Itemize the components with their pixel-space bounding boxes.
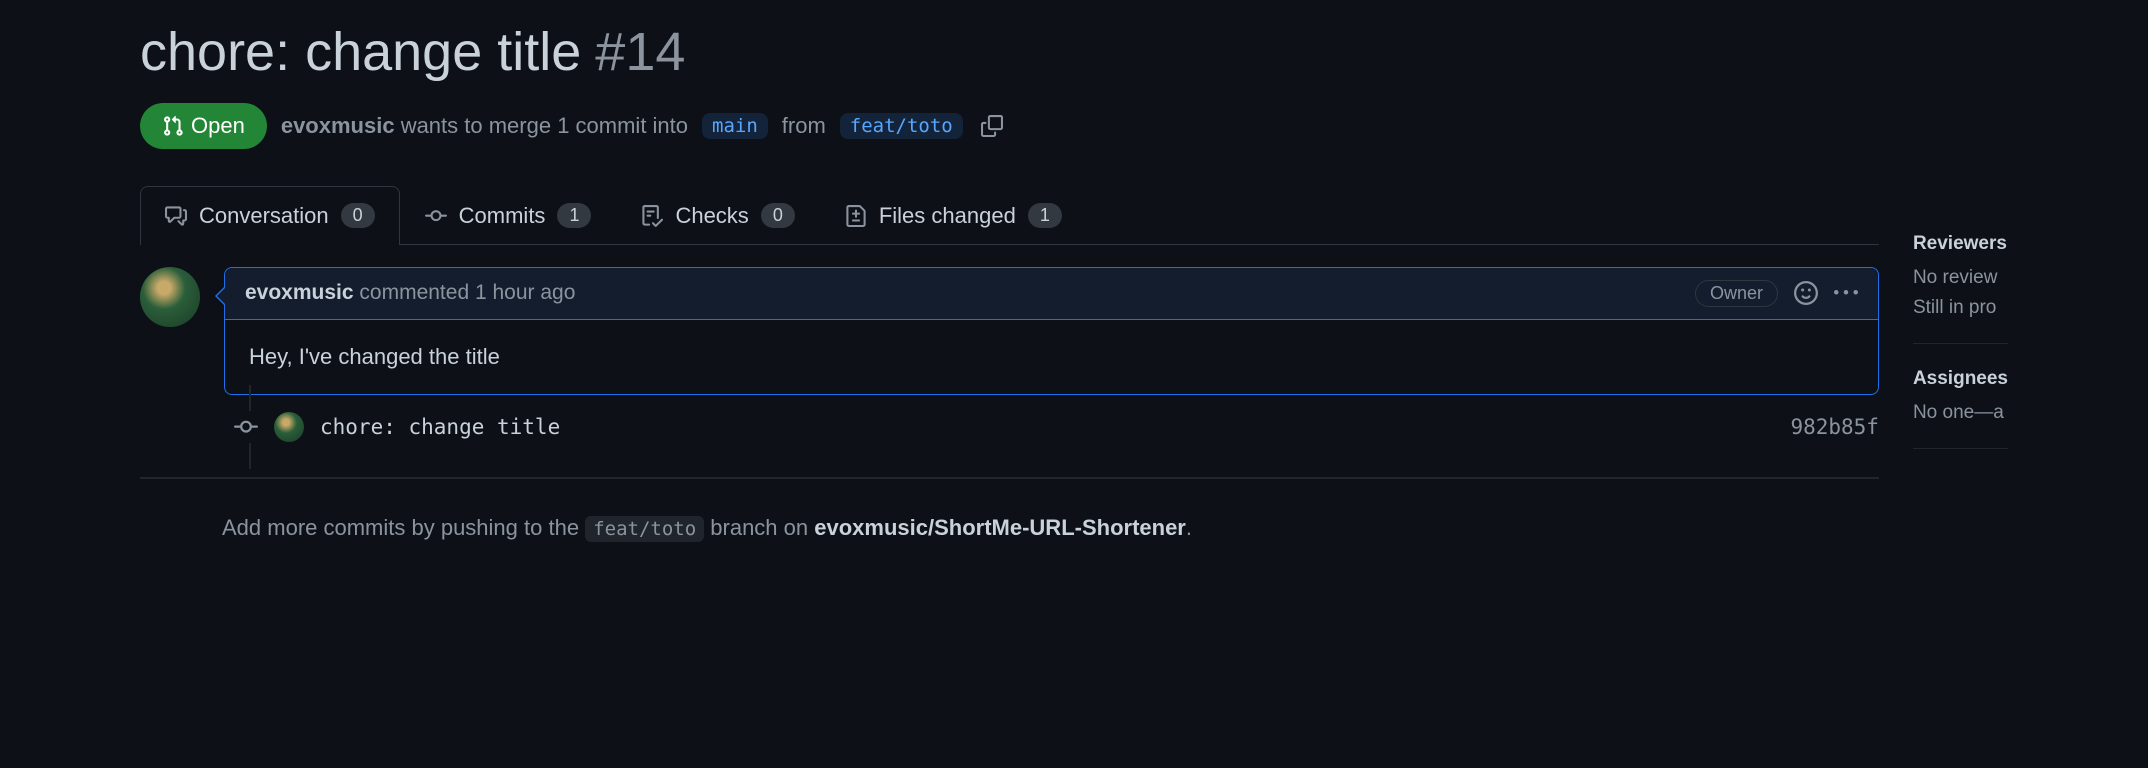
tab-conversation[interactable]: Conversation 0 bbox=[140, 186, 400, 245]
push-help-text: Add more commits by pushing to the feat/… bbox=[222, 515, 1879, 541]
kebab-horizontal-icon bbox=[1834, 281, 1858, 305]
sidebar-divider bbox=[1913, 448, 2008, 449]
copy-icon bbox=[981, 115, 1003, 137]
reaction-button[interactable] bbox=[1794, 281, 1818, 305]
comment-body: Hey, I've changed the title bbox=[225, 320, 1878, 394]
comment-time[interactable]: 1 hour ago bbox=[475, 281, 575, 304]
state-label: Open bbox=[191, 113, 245, 139]
commit-message[interactable]: chore: change title bbox=[320, 415, 1774, 439]
pr-author[interactable]: evoxmusic bbox=[281, 113, 395, 138]
sidebar: Reviewers No review Still in pro Assigne… bbox=[1913, 185, 2008, 541]
assignees-heading[interactable]: Assignees bbox=[1913, 368, 2008, 390]
git-commit-icon bbox=[425, 205, 447, 227]
pr-number: #14 bbox=[595, 20, 685, 85]
comment-verb: commented bbox=[359, 281, 469, 304]
help-branch: feat/toto bbox=[585, 516, 704, 542]
smiley-icon bbox=[1794, 281, 1818, 305]
tab-commits-label: Commits bbox=[459, 203, 546, 229]
tab-commits[interactable]: Commits 1 bbox=[400, 186, 617, 245]
reviewers-empty: No review bbox=[1913, 267, 2008, 289]
tab-commits-count: 1 bbox=[557, 203, 591, 228]
tab-files-count: 1 bbox=[1028, 203, 1062, 228]
sidebar-divider bbox=[1913, 343, 2008, 344]
checklist-icon bbox=[641, 205, 663, 227]
assignees-empty: No one—a bbox=[1913, 402, 2008, 424]
pr-title: chore: change title #14 bbox=[140, 20, 2008, 85]
base-branch[interactable]: main bbox=[702, 113, 768, 139]
head-branch[interactable]: feat/toto bbox=[840, 113, 963, 139]
avatar[interactable] bbox=[274, 412, 304, 442]
owner-badge: Owner bbox=[1695, 280, 1778, 307]
tab-conversation-label: Conversation bbox=[199, 203, 329, 229]
commit-sha[interactable]: 982b85f bbox=[1790, 415, 1879, 439]
comment-author[interactable]: evoxmusic bbox=[245, 281, 354, 304]
commit-row: chore: change title 982b85f bbox=[140, 395, 1879, 459]
comment-header: evoxmusic commented 1 hour ago Owner bbox=[225, 268, 1878, 320]
help-repo: evoxmusic/ShortMe-URL-Shortener bbox=[814, 515, 1186, 540]
comment: evoxmusic commented 1 hour ago Owner bbox=[224, 267, 1879, 395]
pull-request-icon bbox=[162, 115, 184, 137]
tab-checks-label: Checks bbox=[675, 203, 748, 229]
pr-tabs: Conversation 0 Commits 1 Checks 0 Files … bbox=[140, 185, 1879, 245]
pr-title-text: chore: change title bbox=[140, 20, 581, 85]
tab-files[interactable]: Files changed 1 bbox=[820, 186, 1087, 245]
merge-text-2: from bbox=[782, 113, 826, 139]
avatar[interactable] bbox=[140, 267, 200, 327]
copy-branch-button[interactable] bbox=[977, 111, 1007, 141]
pr-meta: Open evoxmusic wants to merge 1 commit i… bbox=[140, 103, 2008, 149]
tab-checks-count: 0 bbox=[761, 203, 795, 228]
file-diff-icon bbox=[845, 205, 867, 227]
merge-text-1: wants to merge 1 commit into bbox=[401, 113, 688, 138]
state-open-badge: Open bbox=[140, 103, 267, 149]
tab-files-label: Files changed bbox=[879, 203, 1016, 229]
git-commit-icon bbox=[234, 411, 258, 443]
divider bbox=[140, 477, 1879, 479]
tab-conversation-count: 0 bbox=[341, 203, 375, 228]
reviewers-heading[interactable]: Reviewers bbox=[1913, 233, 2008, 255]
tab-checks[interactable]: Checks 0 bbox=[616, 186, 819, 245]
reviewers-note: Still in pro bbox=[1913, 297, 2008, 319]
comment-arrow bbox=[215, 286, 225, 306]
comment-discussion-icon bbox=[165, 205, 187, 227]
kebab-menu-button[interactable] bbox=[1834, 281, 1858, 305]
